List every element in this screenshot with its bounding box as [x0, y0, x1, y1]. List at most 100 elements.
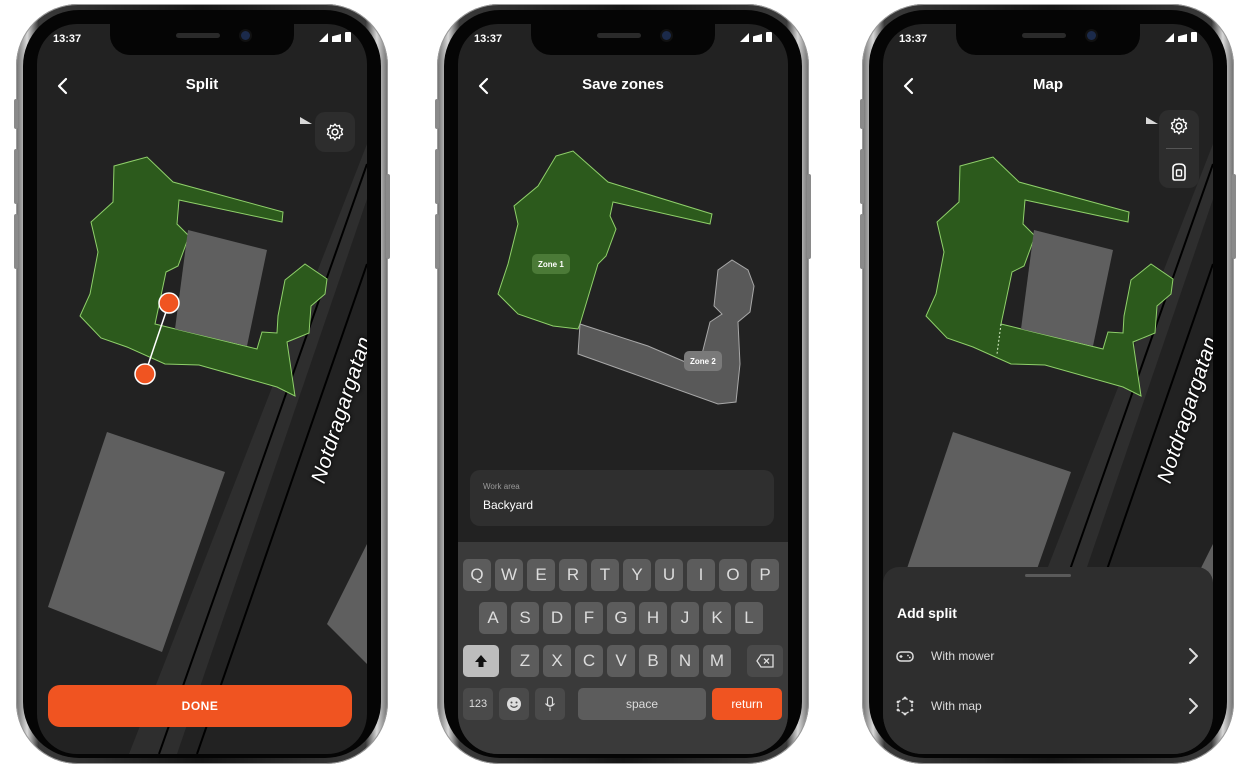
mute-switch: [14, 99, 18, 129]
header: Save zones: [458, 66, 788, 106]
back-arrow-icon[interactable]: [51, 74, 75, 98]
key[interactable]: Y: [623, 559, 651, 591]
wifi-icon: [332, 34, 341, 42]
key[interactable]: J: [671, 602, 699, 634]
key[interactable]: S: [511, 602, 539, 634]
power-button: [1232, 174, 1236, 259]
status-icons: [740, 32, 772, 42]
key[interactable]: O: [719, 559, 747, 591]
back-arrow-icon[interactable]: [472, 74, 496, 98]
wifi-icon: [753, 34, 762, 42]
divider: [1166, 148, 1192, 150]
key[interactable]: V: [607, 645, 635, 677]
sheet-handle[interactable]: [1025, 574, 1071, 577]
signal-icon: [1165, 33, 1174, 42]
numbers-key[interactable]: 123: [463, 688, 493, 720]
screen: Zone 1 Zone 2 13:37 Save zones Work area…: [458, 24, 788, 754]
key[interactable]: Q: [463, 559, 491, 591]
settings-button[interactable]: [315, 112, 355, 152]
key[interactable]: F: [575, 602, 603, 634]
backspace-icon: [756, 654, 774, 668]
key[interactable]: U: [655, 559, 683, 591]
zone-2-area[interactable]: [577, 259, 755, 405]
split-handle-start[interactable]: [158, 292, 180, 314]
volume-up-button: [860, 149, 864, 204]
battery-icon: [1191, 32, 1197, 42]
key[interactable]: L: [735, 602, 763, 634]
option-label: With map: [931, 699, 982, 713]
key[interactable]: W: [495, 559, 523, 591]
back-arrow-icon[interactable]: [897, 74, 921, 98]
status-icons: [319, 32, 351, 42]
key[interactable]: N: [671, 645, 699, 677]
map-tools-panel: [1159, 110, 1199, 188]
option-label: With mower: [931, 649, 995, 663]
return-key[interactable]: return: [712, 688, 782, 720]
key[interactable]: X: [543, 645, 571, 677]
key[interactable]: P: [751, 559, 779, 591]
volume-down-button: [435, 214, 439, 269]
power-button: [386, 174, 390, 259]
key[interactable]: G: [607, 602, 635, 634]
keyboard: Q W E R T Y U I O P A S D F G H J K L Z …: [458, 542, 788, 754]
work-area-input[interactable]: Backyard: [483, 498, 533, 512]
building: [327, 544, 367, 664]
volume-up-button: [435, 149, 439, 204]
header: Split: [37, 66, 367, 106]
status-icons: [1165, 32, 1197, 42]
house: [1021, 230, 1113, 346]
done-button[interactable]: DONE: [48, 685, 352, 727]
key[interactable]: I: [687, 559, 715, 591]
shift-key[interactable]: [463, 645, 499, 677]
key[interactable]: M: [703, 645, 731, 677]
keyboard-row-2: A S D F G H J K L: [458, 602, 788, 634]
phone-split: Notdragargatan 13:37 Split DONE: [14, 4, 390, 764]
page-title: Map: [1033, 76, 1063, 93]
key[interactable]: R: [559, 559, 587, 591]
split-handle-end[interactable]: [134, 363, 156, 385]
key[interactable]: H: [639, 602, 667, 634]
key[interactable]: Z: [511, 645, 539, 677]
zone-1-area[interactable]: [497, 150, 713, 330]
emoji-icon: [507, 697, 521, 711]
backspace-key[interactable]: [747, 645, 783, 677]
keyboard-row-1: Q W E R T Y U I O P: [458, 559, 788, 591]
add-split-sheet: Add split With mower With map: [883, 567, 1213, 754]
volume-down-button: [14, 214, 18, 269]
key[interactable]: D: [543, 602, 571, 634]
wifi-icon: [1178, 34, 1187, 42]
zone-1-label: Zone 1: [532, 254, 570, 274]
mute-switch: [435, 99, 439, 129]
house: [175, 230, 267, 346]
key[interactable]: A: [479, 602, 507, 634]
notch: [531, 24, 715, 55]
key[interactable]: B: [639, 645, 667, 677]
status-time: 13:37: [899, 33, 928, 45]
notch: [956, 24, 1140, 55]
zone-2-label: Zone 2: [684, 351, 722, 371]
volume-down-button: [860, 214, 864, 269]
page-title: Save zones: [582, 76, 664, 93]
option-with-map[interactable]: With map: [883, 684, 1213, 728]
power-button: [807, 174, 811, 259]
key[interactable]: T: [591, 559, 619, 591]
signal-icon: [319, 33, 328, 42]
space-key[interactable]: space: [578, 688, 706, 720]
status-time: 13:37: [474, 33, 503, 45]
emoji-key[interactable]: [499, 688, 529, 720]
dictation-key[interactable]: [535, 688, 565, 720]
battery-icon: [766, 32, 772, 42]
map-pointer: [300, 117, 312, 124]
key[interactable]: C: [575, 645, 603, 677]
phone-save-zones: Zone 1 Zone 2 13:37 Save zones Work area…: [435, 4, 811, 764]
option-with-mower[interactable]: With mower: [883, 634, 1213, 678]
gear-icon: [326, 123, 344, 141]
key[interactable]: E: [527, 559, 555, 591]
key[interactable]: K: [703, 602, 731, 634]
work-area-field[interactable]: Work area Backyard: [470, 470, 774, 526]
battery-icon: [345, 32, 351, 42]
volume-up-button: [14, 149, 18, 204]
mower-icon[interactable]: [1170, 162, 1188, 182]
gear-icon[interactable]: [1169, 116, 1189, 136]
map-pointer: [1146, 117, 1158, 124]
